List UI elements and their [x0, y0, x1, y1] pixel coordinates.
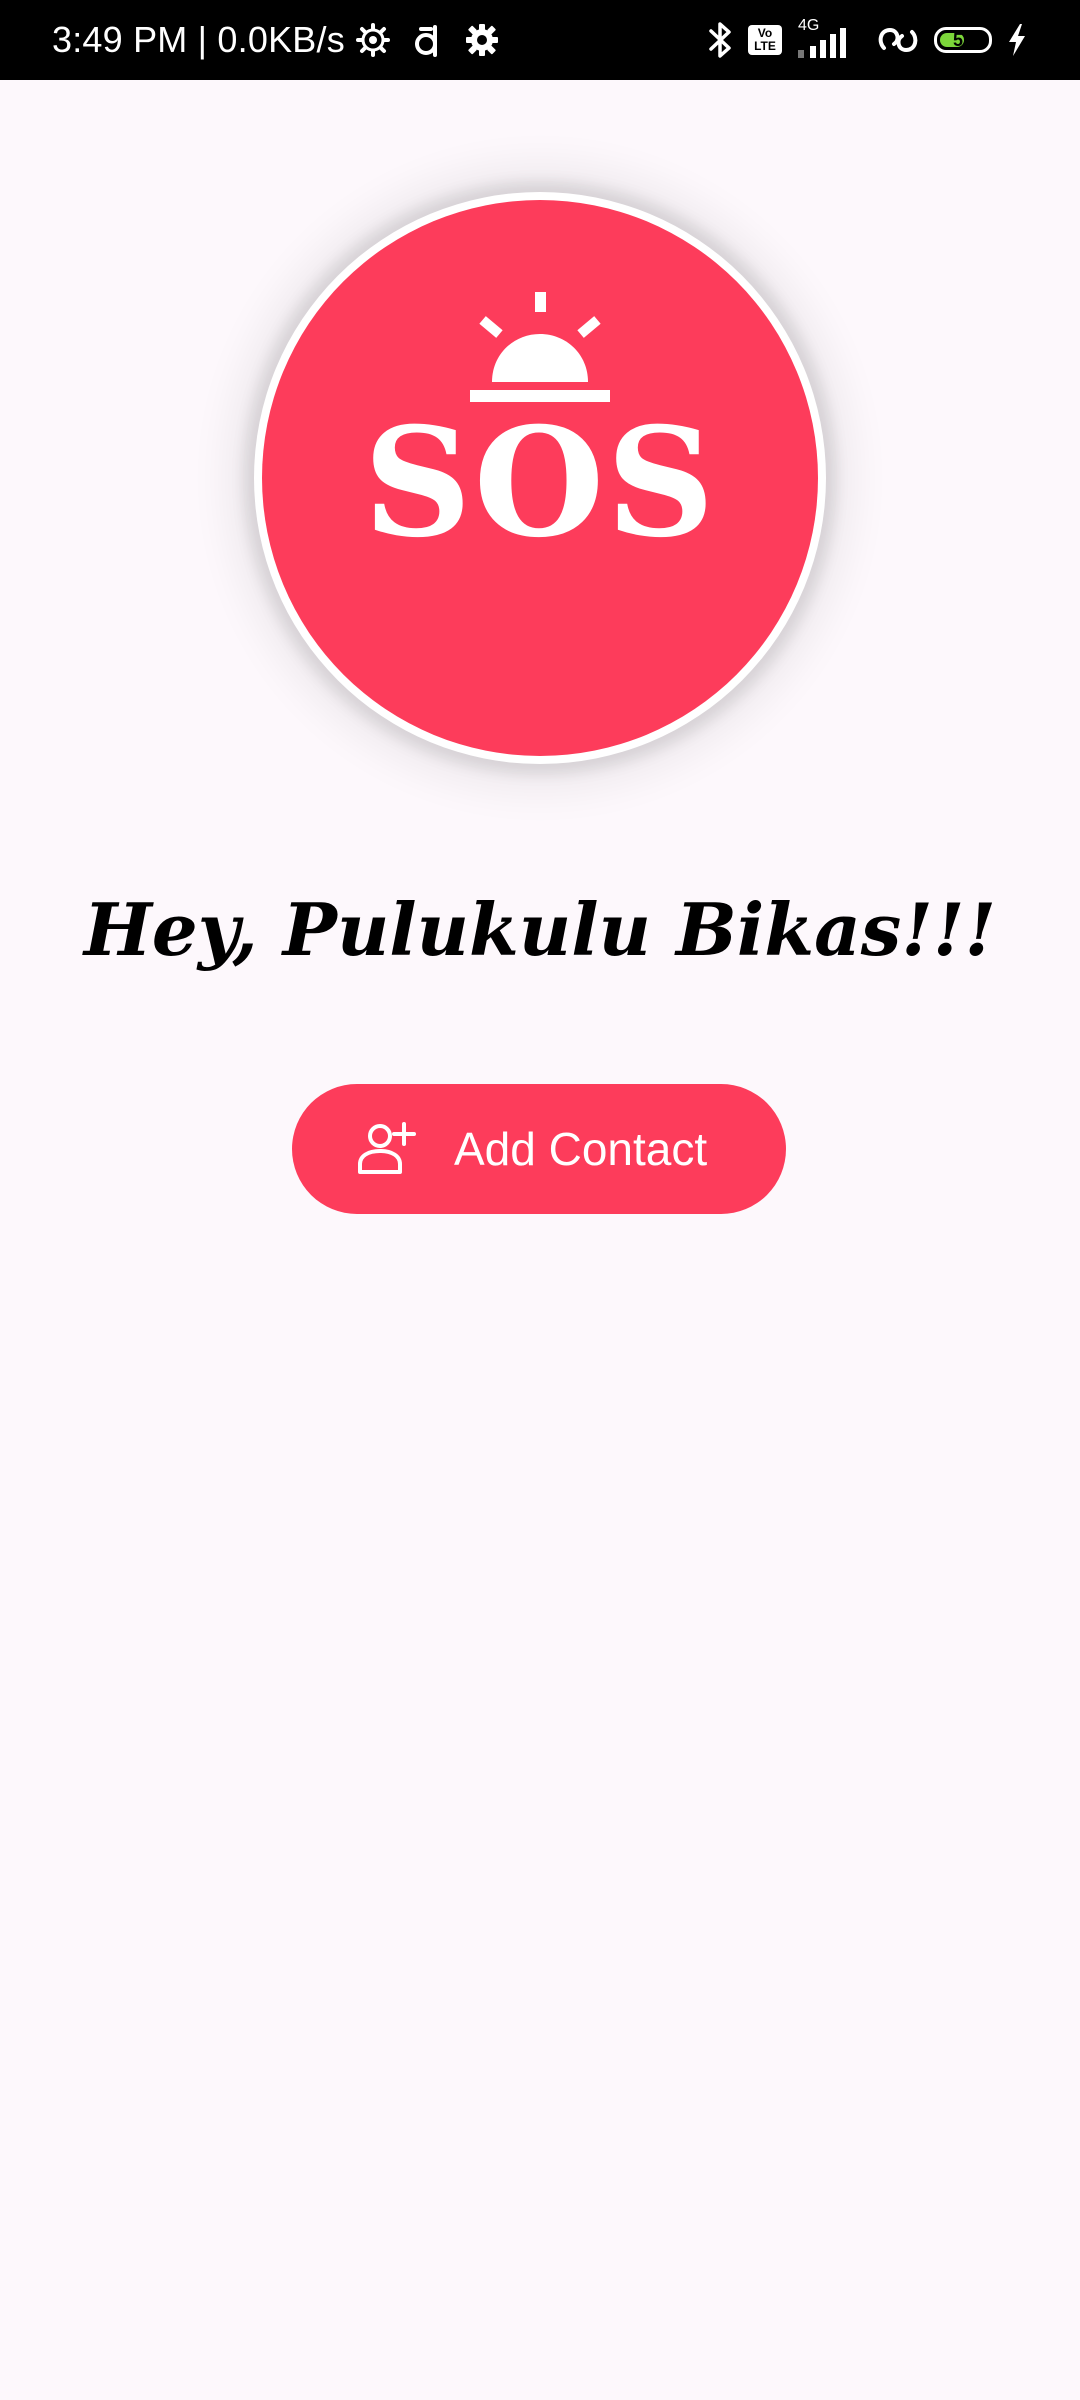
cog-outline-icon [355, 22, 391, 58]
sos-button[interactable]: SOS [262, 200, 818, 756]
status-left: 3:49 PM | 0.0KB/s [52, 0, 499, 80]
sos-label: SOS [363, 395, 717, 571]
status-time-speed: 3:49 PM | 0.0KB/s [52, 19, 345, 60]
hotspot-link-icon [876, 22, 920, 58]
charging-bolt-icon [1006, 23, 1028, 57]
add-contact-button[interactable]: Add Contact [292, 1084, 786, 1214]
volte-icon: Vo LTE [748, 25, 782, 55]
greeting-text: Hey, Pulukulu Bikas!!! [83, 887, 997, 972]
battery-icon: 52 [934, 27, 992, 53]
volte-bottom-text: LTE [754, 39, 776, 53]
status-bar: 3:49 PM | 0.0KB/s Vo LTE 4G 52 [0, 0, 1080, 80]
bluetooth-icon [708, 20, 734, 60]
status-right: Vo LTE 4G 52 [708, 0, 1028, 80]
settings-gear-icon [465, 23, 499, 57]
add-person-icon [358, 1122, 416, 1174]
sos-button-ring: SOS [254, 192, 826, 764]
signal-icon: 4G [796, 18, 862, 62]
d-app-icon [413, 23, 443, 57]
add-contact-label: Add Contact [454, 1123, 708, 1175]
alarm-siren-icon [470, 292, 610, 402]
battery-level: 52 [952, 29, 974, 50]
